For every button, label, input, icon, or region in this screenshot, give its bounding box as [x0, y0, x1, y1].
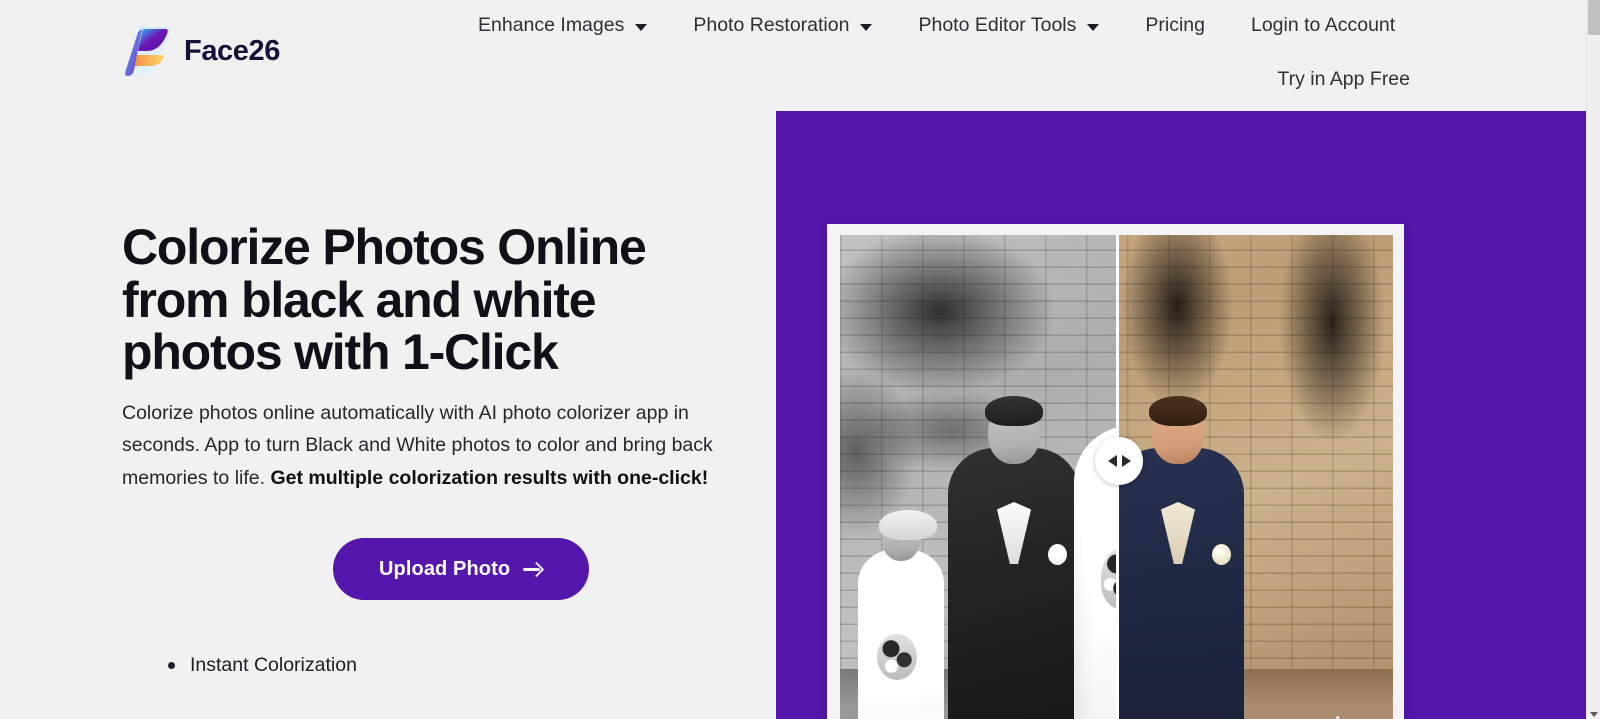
nav-label: Login to Account — [1250, 13, 1396, 36]
arrow-right-icon — [523, 561, 543, 577]
scrollbar-thumb[interactable] — [1588, 0, 1600, 35]
comparison-slider-handle[interactable] — [1095, 436, 1144, 485]
upload-photo-button[interactable]: Upload Photo — [333, 538, 590, 601]
comparison-before-image — [840, 235, 1120, 719]
hero-left-column: Colorize Photos Online from black and wh… — [0, 111, 776, 719]
brand-logo-link[interactable]: Face26 — [122, 24, 280, 78]
figure-head — [985, 396, 1043, 464]
figure-groom — [948, 396, 1080, 719]
figure-head — [879, 510, 937, 561]
brand-name: Face26 — [184, 34, 280, 67]
page-root: Face26 Enhance Images Photo Restoration … — [0, 0, 1586, 719]
hero-cta-row: Upload Photo — [122, 538, 770, 601]
page-title: Colorize Photos Online from black and wh… — [122, 219, 647, 380]
triangle-left-icon — [1107, 454, 1117, 467]
figure-groom — [1112, 396, 1244, 719]
figure-head — [1149, 396, 1207, 464]
nav-label: Enhance Images — [478, 13, 625, 36]
nav-label: Photo Editor Tools — [918, 13, 1077, 36]
photo-frame — [827, 224, 1404, 719]
hero-description: Colorize photos online automatically wit… — [122, 397, 750, 495]
hero-right-panel — [776, 111, 1586, 719]
nav-item-photo-restoration[interactable]: Photo Restoration — [670, 9, 895, 41]
chevron-down-icon — [1087, 23, 1100, 31]
hero-content: Colorize Photos Online from black and wh… — [122, 221, 770, 681]
upload-photo-button-label: Upload Photo — [379, 558, 511, 581]
nav-label: Pricing — [1145, 13, 1205, 36]
nav-item-try-in-app-free[interactable]: Try in App Free — [1277, 68, 1410, 91]
face26-leaf-logo-icon — [122, 24, 172, 78]
nav-item-login-to-account[interactable]: Login to Account — [1228, 9, 1418, 41]
hero-feature-list: Instant Colorization — [122, 650, 770, 681]
chevron-down-icon — [860, 23, 873, 31]
black-and-white-wedding-photo — [840, 235, 1117, 719]
list-item: Instant Colorization — [168, 650, 770, 681]
chevron-down-icon — [635, 23, 648, 31]
before-after-comparison[interactable] — [840, 235, 1393, 719]
nav-label: Photo Restoration — [693, 13, 850, 36]
nav-item-enhance-images[interactable]: Enhance Images — [455, 9, 670, 41]
scroll-down-arrow-icon[interactable] — [1590, 712, 1598, 717]
nav-item-photo-editor-tools[interactable]: Photo Editor Tools — [895, 9, 1122, 41]
figure-flower-girl — [858, 510, 944, 719]
primary-navigation: Enhance Images Photo Restoration Photo E… — [455, 9, 1418, 41]
page-scrollbar[interactable] — [1586, 0, 1600, 719]
nav-item-pricing[interactable]: Pricing — [1122, 9, 1228, 41]
site-header: Face26 Enhance Images Photo Restoration … — [0, 0, 1586, 111]
triangle-right-icon — [1121, 454, 1131, 467]
hero-description-emphasis: Get multiple colorization results with o… — [270, 466, 709, 489]
secondary-navigation: Try in App Free — [1277, 68, 1410, 91]
